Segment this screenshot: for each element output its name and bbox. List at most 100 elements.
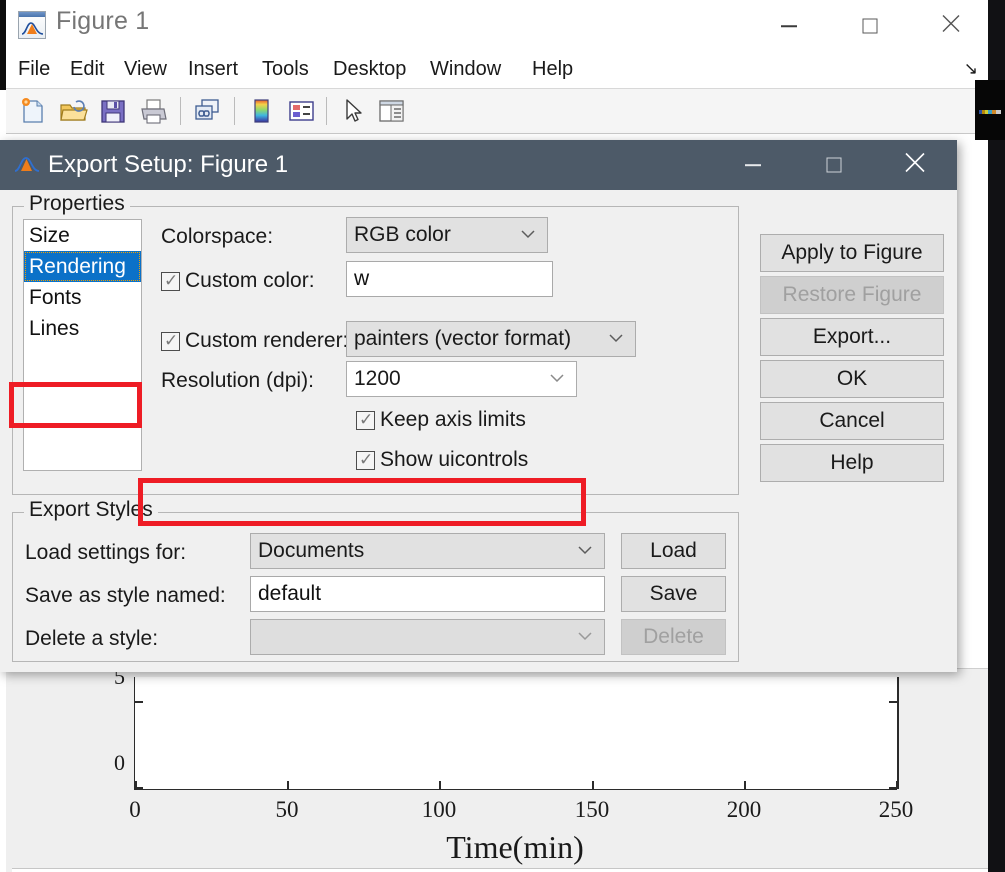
x-tick-150 xyxy=(592,781,594,789)
checkbox-box: ✓ xyxy=(356,449,375,470)
x-tick-200 xyxy=(744,781,746,789)
y-tick-label-0: 0 xyxy=(114,750,125,775)
new-figure-icon[interactable] xyxy=(18,96,48,126)
chevron-down-icon xyxy=(578,542,592,560)
matlab-figure-icon xyxy=(18,11,46,39)
maximize-icon xyxy=(826,157,842,173)
open-file-icon[interactable] xyxy=(58,96,88,126)
x-tick-label-100: 100 xyxy=(421,797,457,822)
dialog-minimize-button[interactable] xyxy=(722,140,784,190)
save-button[interactable]: Save xyxy=(621,576,726,612)
resolution-combo[interactable]: 1200 xyxy=(346,361,577,397)
prop-list-item-size[interactable]: Size xyxy=(24,220,141,251)
check-mark-icon: ✓ xyxy=(359,409,374,429)
load-settings-label: Load settings for: xyxy=(25,541,187,564)
custom-color-value: w xyxy=(354,267,370,290)
menu-help[interactable]: Help xyxy=(532,58,573,81)
menu-view[interactable]: View xyxy=(124,58,167,81)
prop-list-item-lines[interactable]: Lines xyxy=(24,313,141,344)
minimize-icon xyxy=(781,25,797,27)
ok-button[interactable]: OK xyxy=(760,360,944,398)
x-tick-label-250: 250 xyxy=(878,797,914,822)
toolbar-separator xyxy=(234,97,235,125)
export-styles-group-legend: Export Styles xyxy=(24,498,158,522)
load-settings-combo[interactable]: Documents xyxy=(250,533,605,569)
show-plot-tools-icon[interactable] xyxy=(376,96,406,126)
help-button[interactable]: Help xyxy=(760,444,944,482)
maximize-icon xyxy=(862,18,878,34)
link-plot-icon[interactable] xyxy=(192,96,222,126)
export-styles-group: Export Styles Load settings for: Documen… xyxy=(12,498,739,662)
insert-legend-icon[interactable] xyxy=(286,96,316,126)
load-button[interactable]: Load xyxy=(621,533,726,569)
custom-color-checkbox[interactable]: ✓ Custom color: xyxy=(161,269,315,293)
save-as-style-input[interactable]: default xyxy=(250,576,605,612)
menu-insert[interactable]: Insert xyxy=(188,58,238,81)
delete-style-combo[interactable] xyxy=(250,619,605,655)
custom-color-label: Custom color: xyxy=(185,269,315,292)
custom-renderer-label: Custom renderer: xyxy=(185,329,349,352)
delete-style-label: Delete a style: xyxy=(25,627,159,650)
x-tick-label-200: 200 xyxy=(726,797,762,822)
save-as-style-value: default xyxy=(258,582,322,605)
prop-list-item-fonts[interactable]: Fonts xyxy=(24,282,141,313)
check-mark-icon: ✓ xyxy=(164,270,179,290)
menu-window[interactable]: Window xyxy=(430,58,501,81)
y-tick-5 xyxy=(135,701,143,703)
print-figure-icon[interactable] xyxy=(138,96,168,126)
save-figure-icon[interactable] xyxy=(98,96,128,126)
figure-maximize-button[interactable] xyxy=(839,0,901,52)
custom-color-input[interactable]: w xyxy=(346,261,553,297)
chevron-down-icon xyxy=(550,370,564,388)
save-as-style-label: Save as style named: xyxy=(25,584,226,607)
resolution-label: Resolution (dpi): xyxy=(161,369,314,392)
delete-button[interactable]: Delete xyxy=(621,619,726,655)
chevron-down-icon xyxy=(521,226,535,244)
edit-plot-pointer-icon[interactable] xyxy=(338,96,368,126)
export-setup-dialog: Export Setup: Figure 1 Properties Size R… xyxy=(0,140,957,672)
keep-axis-limits-checkbox[interactable]: ✓ Keep axis limits xyxy=(356,408,526,432)
menu-desktop[interactable]: Desktop xyxy=(333,58,406,81)
properties-group: Properties Size Rendering Fonts Lines Co… xyxy=(12,192,739,495)
colorspace-combo[interactable]: RGB color xyxy=(346,217,548,253)
menu-tools[interactable]: Tools xyxy=(262,58,309,81)
chevron-down-icon xyxy=(578,628,592,646)
apply-to-figure-button[interactable]: Apply to Figure xyxy=(760,234,944,272)
x-tick-label-150: 150 xyxy=(574,797,610,822)
plot-axes: 0 5 0 50 100 150 200 250 xyxy=(114,664,913,822)
minimize-icon xyxy=(745,164,761,166)
custom-renderer-checkbox[interactable]: ✓ Custom renderer: xyxy=(161,329,348,353)
figure-plot-area: 0 5 0 50 100 150 200 250 Time(min) xyxy=(6,664,994,872)
dock-arrow-icon[interactable]: ↘ xyxy=(964,60,978,77)
properties-list[interactable]: Size Rendering Fonts Lines xyxy=(23,219,142,471)
cancel-button[interactable]: Cancel xyxy=(760,402,944,440)
dialog-close-button[interactable] xyxy=(884,140,946,190)
custom-renderer-value: painters (vector format) xyxy=(354,327,572,350)
colorspace-value: RGB color xyxy=(354,223,451,246)
x-tick-50 xyxy=(287,781,289,789)
menu-file[interactable]: File xyxy=(18,58,50,81)
background-editor-text-strip xyxy=(979,110,1001,114)
check-mark-icon: ✓ xyxy=(164,330,179,350)
close-icon xyxy=(941,14,961,39)
custom-renderer-combo[interactable]: painters (vector format) xyxy=(346,321,636,357)
show-uicontrols-checkbox[interactable]: ✓ Show uicontrols xyxy=(356,448,528,472)
x-tick-0 xyxy=(135,781,137,789)
menu-edit[interactable]: Edit xyxy=(70,58,104,81)
checkbox-box: ✓ xyxy=(161,330,180,351)
insert-colorbar-icon[interactable] xyxy=(246,96,276,126)
toolbar-separator xyxy=(326,97,327,125)
figure-close-button[interactable] xyxy=(920,0,982,52)
dialog-title-text: Export Setup: Figure 1 xyxy=(48,151,289,178)
export-button[interactable]: Export... xyxy=(760,318,944,356)
x-tick-label-0: 0 xyxy=(129,797,141,822)
figure-minimize-button[interactable] xyxy=(758,0,820,52)
prop-list-item-rendering[interactable]: Rendering xyxy=(24,251,141,282)
restore-figure-button[interactable]: Restore Figure xyxy=(760,276,944,314)
checkbox-box: ✓ xyxy=(161,270,180,291)
dialog-maximize-button[interactable] xyxy=(803,140,865,190)
check-mark-icon: ✓ xyxy=(359,449,374,469)
colorspace-label: Colorspace: xyxy=(161,225,274,248)
close-icon xyxy=(904,152,926,179)
figure-title-bar: Figure 1 xyxy=(6,0,988,52)
